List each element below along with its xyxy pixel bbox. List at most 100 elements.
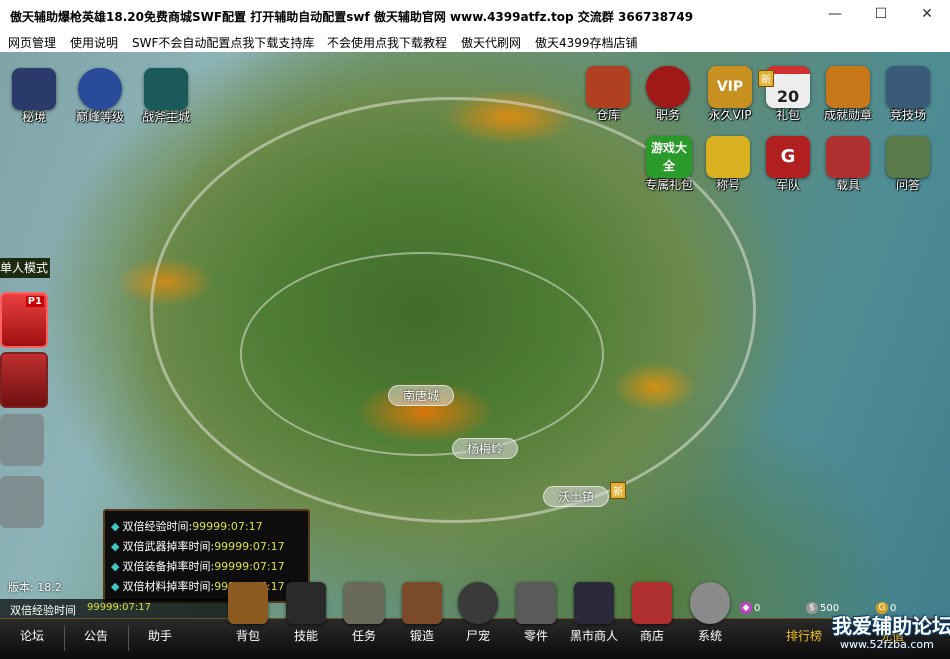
diamond-icon: ◆ xyxy=(111,520,120,533)
diamond-icon: ◆ xyxy=(111,580,120,593)
army-button[interactable]: G 军队 xyxy=(764,136,812,193)
gift-pack-button[interactable]: 20 礼包 新 xyxy=(758,66,812,123)
buff-row: ◆ 双倍装备掉率时间:99999:07:17 xyxy=(111,558,285,574)
player2-avatar[interactable] xyxy=(0,352,48,408)
pet-icon xyxy=(458,582,498,624)
system-button[interactable]: 系统 xyxy=(688,582,732,644)
achievement-label: 成就勋章 xyxy=(823,108,872,122)
window-title: 傲天辅助爆枪英雄18.20免费商城SWF配置 打开辅助自动配置swf 傲天辅助官… xyxy=(10,10,694,24)
double-exp-value: 99999:07:17 xyxy=(87,602,151,613)
scroll-icon xyxy=(344,582,384,624)
zombie-icon xyxy=(886,136,930,178)
buff-row: ◆ 双倍经验时间:99999:07:17 xyxy=(111,518,263,534)
diamond-icon: ◆ xyxy=(111,560,120,573)
title-bar: 傲天辅助爆枪英雄18.20免费商城SWF配置 打开辅助自动配置swf 傲天辅助官… xyxy=(0,0,950,32)
divider xyxy=(64,625,65,651)
warehouse-label: 仓库 xyxy=(595,108,620,122)
warehouse-icon xyxy=(586,66,630,108)
castle-icon xyxy=(12,68,56,110)
skill-label: 技能 xyxy=(293,629,318,643)
exclusive-gift-label: 专属礼包 xyxy=(644,178,693,192)
badge-icon xyxy=(78,68,122,110)
quiz-button[interactable]: 问答 xyxy=(884,136,932,193)
army-icon: G xyxy=(766,136,810,178)
backpack-button[interactable]: 背包 xyxy=(226,582,270,644)
menu-tutorial-download[interactable]: 不会使用点我下载教程 xyxy=(327,34,447,51)
system-label: 系统 xyxy=(697,629,722,643)
menu-bar: 网页管理 使用说明 SWF不会自动配置点我下载支持库 不会使用点我下载教程 傲天… xyxy=(0,32,950,53)
vehicle-icon xyxy=(826,136,870,178)
peak-level-button[interactable]: 巅峰等级 xyxy=(70,68,130,125)
crown-icon xyxy=(706,136,750,178)
buff-label: 双倍材料掉率时间: xyxy=(122,580,215,593)
secret-realm-button[interactable]: 秘境 xyxy=(8,68,60,125)
menu-web-management[interactable]: 网页管理 xyxy=(8,34,56,51)
buff-label: 双倍经验时间: xyxy=(122,520,193,533)
skill-button[interactable]: 技能 xyxy=(284,582,328,644)
menu-aotian-store[interactable]: 傲天4399存档店铺 xyxy=(535,34,638,51)
vehicle-button[interactable]: 载具 xyxy=(824,136,872,193)
title-label: 称号 xyxy=(715,178,740,192)
pet-label: 尸宠 xyxy=(465,629,490,643)
minimize-button[interactable]: — xyxy=(812,0,858,30)
close-button[interactable]: ✕ xyxy=(904,0,950,30)
axe-city-button[interactable]: 战斧主城 xyxy=(136,68,196,125)
divider xyxy=(128,625,129,651)
shop-icon xyxy=(632,582,672,624)
player3-avatar-locked[interactable] xyxy=(0,414,44,466)
player1-avatar[interactable]: P1 xyxy=(0,292,48,348)
silver-coin-icon: $ xyxy=(806,602,818,614)
map-location-wotu[interactable]: 沃土镇 xyxy=(543,486,610,507)
warehouse-button[interactable]: 仓库 xyxy=(584,66,632,123)
parts-button[interactable]: 零件 xyxy=(514,582,558,644)
army-label: 军队 xyxy=(775,178,800,192)
assistant-button[interactable]: 助手 xyxy=(148,627,172,644)
hammer-icon xyxy=(402,582,442,624)
secret-realm-label: 秘境 xyxy=(21,110,46,124)
menu-aotian-service[interactable]: 傲天代刷网 xyxy=(461,34,521,51)
ranking-button[interactable]: 排行榜 xyxy=(786,627,822,644)
peak-level-label: 巅峰等级 xyxy=(75,110,124,124)
shop-button[interactable]: 商店 xyxy=(630,582,674,644)
forge-label: 锻造 xyxy=(409,629,434,643)
single-player-mode[interactable]: 单人模式 xyxy=(0,258,50,278)
beret-icon xyxy=(646,66,690,108)
pet-button[interactable]: 尸宠 xyxy=(456,582,500,644)
vip-button[interactable]: VIP 永久VIP xyxy=(704,66,756,123)
position-button[interactable]: 职务 xyxy=(644,66,692,123)
black-market-button[interactable]: 黑市商人 xyxy=(564,582,624,644)
game-map[interactable]: 秘境 巅峰等级 战斧主城 仓库 职务 VIP 永久VIP 20 礼包 新 成就勋… xyxy=(0,52,950,659)
player1-tag: P1 xyxy=(25,296,44,307)
buff-label: 双倍装备掉率时间: xyxy=(122,560,215,573)
axe-city-label: 战斧主城 xyxy=(141,110,190,124)
skill-icon xyxy=(286,582,326,624)
maximize-button[interactable]: ☐ xyxy=(858,0,904,30)
menu-swf-support-download[interactable]: SWF不会自动配置点我下载支持库 xyxy=(132,34,314,51)
double-exp-label: 双倍经验时间 xyxy=(10,604,76,617)
double-exp-bar: 双倍经验时间 99999:07:17 xyxy=(0,599,240,618)
achievement-button[interactable]: 成就勋章 xyxy=(818,66,878,123)
map-location-nantang[interactable]: 南唐城 xyxy=(388,385,455,406)
announcement-button[interactable]: 公告 xyxy=(84,627,108,644)
bullets-icon xyxy=(516,582,556,624)
game-box-icon: 游戏大全 xyxy=(646,136,692,178)
gem-currency: ◆ 0 xyxy=(740,602,760,614)
forum-button[interactable]: 论坛 xyxy=(20,627,44,644)
backpack-label: 背包 xyxy=(235,629,260,643)
forge-button[interactable]: 锻造 xyxy=(400,582,444,644)
exclusive-gift-button[interactable]: 游戏大全 专属礼包 xyxy=(642,136,696,193)
arena-button[interactable]: 竞技场 xyxy=(882,66,934,123)
player4-avatar-locked[interactable] xyxy=(0,476,44,528)
buff-value: 99999:07:17 xyxy=(214,560,285,573)
map-location-yangmeiling[interactable]: 杨梅岭 xyxy=(452,438,519,459)
menu-instructions[interactable]: 使用说明 xyxy=(70,34,118,51)
vip-icon: VIP xyxy=(708,66,752,108)
quest-label: 任务 xyxy=(351,629,376,643)
quest-button[interactable]: 任务 xyxy=(342,582,386,644)
title-button[interactable]: 称号 xyxy=(704,136,752,193)
arena-label: 竞技场 xyxy=(889,108,926,122)
buff-timer-panel: ◆ 双倍经验时间:99999:07:17 ◆ 双倍武器掉率时间:99999:07:1… xyxy=(103,509,310,603)
quiz-label: 问答 xyxy=(895,178,920,192)
buff-value: 99999:07:17 xyxy=(192,520,263,533)
vip-label: 永久VIP xyxy=(708,108,752,122)
